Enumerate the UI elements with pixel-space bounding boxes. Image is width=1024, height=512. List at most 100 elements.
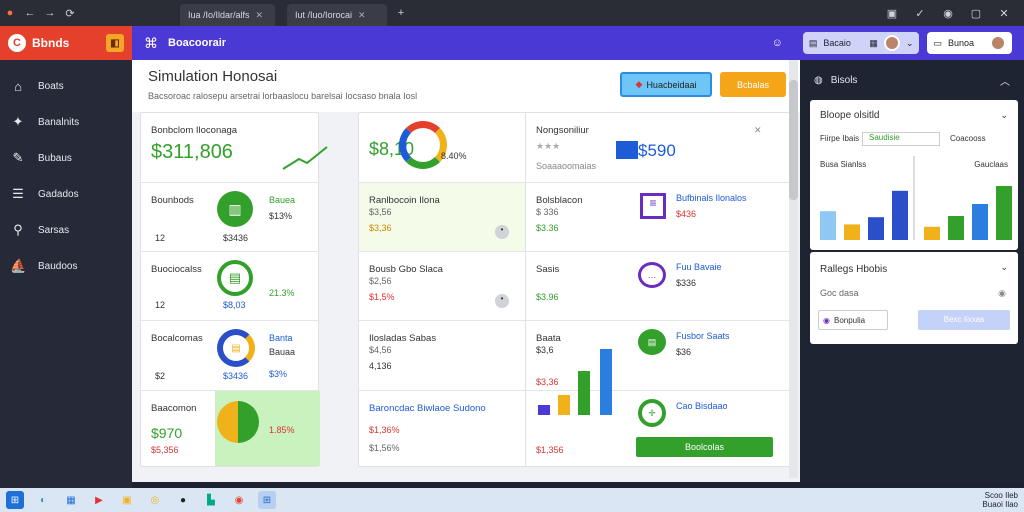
metric-cell[interactable]: Bolsblacon $ 336 $3.36 ≡ Bufbinals Ilona… (526, 183, 789, 252)
account-icon: ▤ (808, 37, 818, 48)
radio-icon[interactable]: ◉ (998, 288, 1006, 299)
right-panel: ◍ Bisols ︿ Bloope olsitld ⌄ Fiirpe Ibais… (800, 60, 1024, 482)
metric-val: $3.96 (536, 292, 559, 302)
store-icon[interactable]: ▦ (62, 491, 80, 509)
clock-date: Buaoi Ilao (982, 500, 1018, 509)
chat-bubble-icon: ▤ (638, 329, 666, 355)
back-icon[interactable]: ← (20, 7, 40, 19)
brand[interactable]: C Bbnds ◧ (0, 26, 132, 60)
close-window-icon[interactable]: ✕ (994, 7, 1014, 20)
metric-cell[interactable]: Bocalcomas $2 ▤ Banta Bauaa $3436 $3% (141, 321, 318, 391)
firefox-icon[interactable]: ● (0, 7, 20, 19)
user-icon: ▭ (933, 37, 942, 48)
document-icon: ▤ (217, 260, 253, 296)
browser-tab-1[interactable]: Iua /Io/Ildar/alfs ✕ (180, 4, 275, 26)
metric-column-1: Bonbclom Iloconaga $311,806 Bounbods 12 … (140, 112, 328, 467)
camera-icon[interactable]: ◎ (146, 491, 164, 509)
taskbar-clock[interactable]: Scoo Ileb Buaoi Ilao (982, 491, 1018, 509)
metric-sub: $ 336 (536, 207, 559, 217)
chart-card: Bloope olsitld ⌄ Fiirpe Ibais Saudisie C… (810, 100, 1018, 250)
sidebar-item-home[interactable]: ⌂ Boats (0, 68, 132, 104)
menu-icon[interactable]: ✓ (910, 7, 930, 20)
metric-cell[interactable]: Bounbods 12 ▥ Bauea $13% $3436 (141, 183, 318, 252)
metric-cell[interactable]: Nongsoniliur ★★★ Soaaaoomaias $590 ✕ (526, 113, 789, 183)
expand-icon[interactable]: ✕ (754, 125, 762, 136)
metric-pct: 8.40% (441, 151, 467, 161)
app-badge-icon[interactable]: ◧ (106, 34, 124, 52)
primary-action-button[interactable]: ◆ Huacbeidaai (620, 72, 712, 97)
account-label: Bacaio (823, 38, 851, 48)
browser-tab-2[interactable]: Iut /Iuo/Iorocai ✕ (287, 4, 387, 26)
brand-name: Bbnds (32, 36, 70, 50)
obs-icon[interactable]: ● (174, 491, 192, 509)
sidebar-item-label: Bubaus (38, 152, 72, 164)
metric-cell[interactable]: $8,10 8.40% (359, 113, 536, 183)
taskbar: ⊞ ◐ ▦ ▶ ▣ ◎ ● ▙ ◉ ⊞ Scoo Ileb Buaoi Ilao (0, 488, 1024, 512)
close-icon[interactable]: ✕ (358, 10, 366, 21)
forward-icon[interactable]: → (40, 7, 60, 19)
new-tab-button[interactable]: + (391, 7, 411, 19)
metric-cell[interactable]: Ilosladas Sabas $4,56 4,136 (359, 321, 536, 391)
secondary-button[interactable]: ◉ Bonpulia (818, 310, 888, 330)
maximize-icon[interactable]: ▢ (966, 7, 986, 20)
windows-icon[interactable]: ⊞ (258, 491, 276, 509)
start-icon[interactable]: ⊞ (6, 491, 24, 509)
chevron-down-icon[interactable]: ⌄ (1000, 262, 1008, 273)
panel-header: ◍ Bisols ︿ (800, 60, 1024, 100)
metric-cell[interactable]: Bousb Gbo Slaca $2,56 $1,5% • (359, 252, 536, 321)
metric-cell[interactable]: Buociocalss 12 ▤ $8,03 21.3% (141, 252, 318, 321)
metric-val: $3,36 (369, 223, 392, 233)
chevron-up-icon[interactable]: ︿ (1000, 73, 1010, 88)
sidebar-item-label: Gadados (38, 188, 79, 200)
extension-icon[interactable]: ▣ (882, 7, 902, 20)
metric-cell[interactable]: Ranlbocoin Ilona $3,56 $3,36 • (359, 183, 536, 252)
sidebar-item-boat[interactable]: ⛵ Baudoos (0, 248, 132, 284)
browser-icon[interactable]: ◉ (230, 491, 248, 509)
sidebar-item-tools[interactable]: ✎ Bubaus (0, 140, 132, 176)
bar-mark (820, 211, 836, 240)
metric-val: 4,136 (369, 361, 392, 371)
chevron-down-icon[interactable]: ⌄ (906, 38, 914, 49)
home-icon: ⌂ (14, 78, 22, 94)
edge-icon[interactable]: ◐ (34, 491, 52, 509)
main-content: Simulation Honosai Bacsoroac ralosepu ar… (132, 60, 800, 482)
grid-icon[interactable]: ▦ (869, 38, 878, 49)
metric-cell[interactable]: Baroncdac Biwlaoe Sudono $1,36% $1,56% (359, 391, 536, 467)
more-icon[interactable]: • (495, 225, 509, 239)
avatar[interactable] (883, 35, 900, 51)
metric-cell[interactable]: Baacomon $970 $5,356 1.85% (141, 391, 320, 467)
tab-label: Iua /Io/Ildar/alfs (188, 10, 250, 20)
donut-icon: ▤ (217, 329, 255, 367)
metric-sub: $3,56 (369, 207, 392, 217)
scroll-thumb[interactable] (789, 80, 798, 200)
media-icon[interactable]: ▶ (90, 491, 108, 509)
user-menu[interactable]: ▭ Bunoa (927, 32, 1012, 54)
panel-icon: ◍ (814, 74, 823, 86)
action-button[interactable]: Boolcolas (636, 437, 773, 457)
metric-cell[interactable]: Bonbclom Iloconaga $311,806 (141, 113, 328, 183)
folder-icon[interactable]: ▣ (118, 491, 136, 509)
more-icon[interactable]: • (495, 294, 509, 308)
main-scrollbar[interactable] (789, 60, 798, 478)
bar-mark (844, 224, 860, 240)
sidebar-item-pin[interactable]: ✦ Banalnits (0, 104, 132, 140)
terminal-icon[interactable]: ▙ (202, 491, 220, 509)
secondary-action-button[interactable]: Bcbalas (720, 72, 786, 97)
reload-icon[interactable]: ⟳ (60, 7, 80, 20)
support-icon[interactable]: ☺ (772, 37, 783, 49)
metric-cell[interactable]: Sasis $3.96 … Fuu Bavaie $336 (526, 252, 789, 321)
sidebar-nav: ⌂ Boats ✦ Banalnits ✎ Bubaus ☰ Gadados ⚲ Sars… (0, 68, 132, 284)
sidebar-item-search[interactable]: ⚲ Sarsas (0, 212, 132, 248)
pie-icon (217, 401, 259, 443)
grid-app-icon[interactable]: ⌘ (144, 35, 158, 52)
record-icon[interactable]: ◉ (938, 7, 958, 20)
metric-label: Bounbods (151, 195, 194, 206)
sidebar-item-list[interactable]: ☰ Gadados (0, 176, 132, 212)
account-selector[interactable]: ▤ Bacaio ▦ ⌄ (802, 32, 920, 54)
close-icon[interactable]: ✕ (256, 10, 264, 21)
app-header: ⌘ Boacoorair ☺ ▤ Bacaio ▦ ⌄ ▭ Bunoa (132, 26, 1024, 60)
metric-label: Baroncdac Biwlaoe Sudono (369, 403, 486, 414)
primary-button[interactable]: Bexc Iixxas (918, 310, 1010, 330)
panel-title: Bisols (830, 74, 858, 86)
button-label: Huacbeidaai (646, 79, 697, 90)
